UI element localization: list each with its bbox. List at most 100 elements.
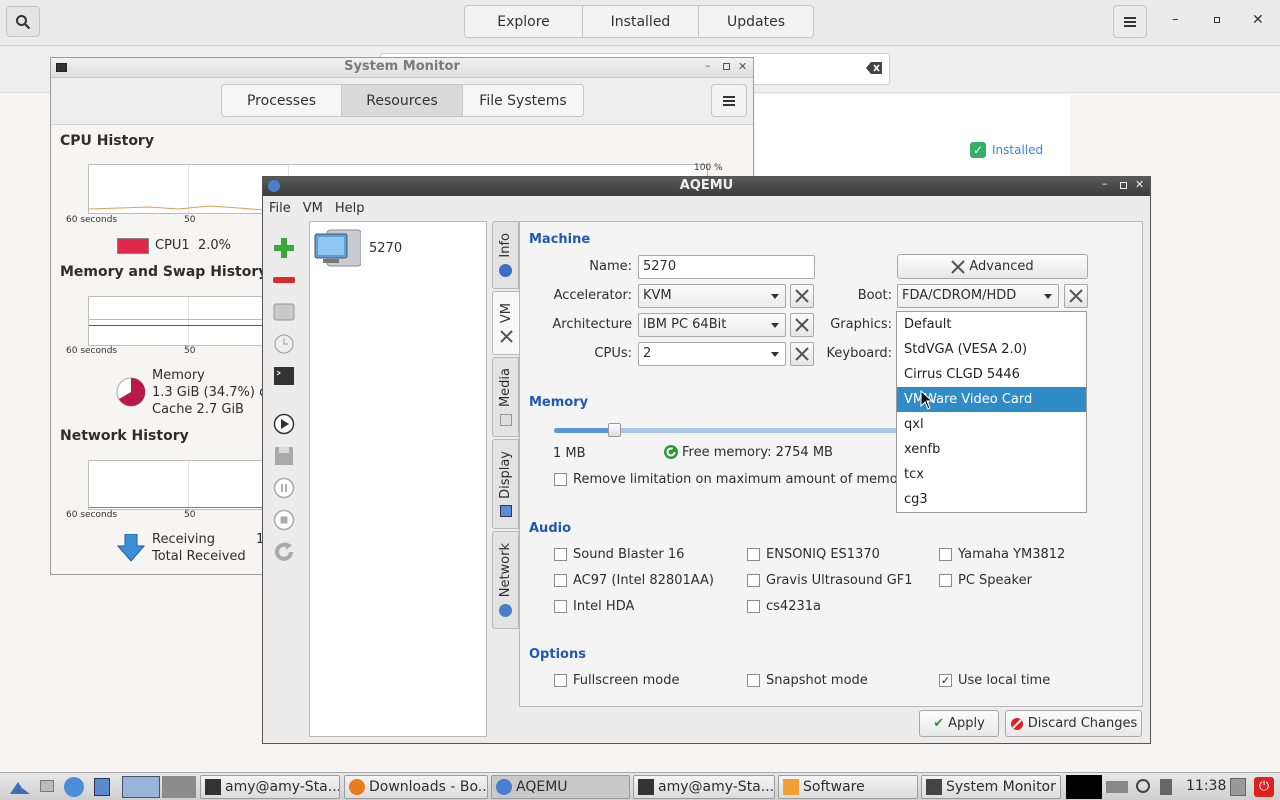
sysmon-minimize-button[interactable]: – bbox=[705, 59, 711, 72]
local-time-checkbox[interactable]: ✓ Use local time bbox=[939, 673, 1050, 688]
architecture-select[interactable]: IBM PC 64Bit bbox=[638, 313, 786, 337]
checkmark-icon: ✓ bbox=[939, 674, 952, 687]
name-input[interactable]: 5270 bbox=[638, 255, 815, 279]
aqemu-minimize-button[interactable]: – bbox=[1102, 177, 1108, 190]
add-vm-icon[interactable] bbox=[272, 236, 296, 260]
stop-icon[interactable] bbox=[272, 508, 296, 532]
menu-file[interactable]: File bbox=[263, 201, 297, 216]
advanced-button[interactable]: Advanced bbox=[897, 254, 1088, 279]
play-icon[interactable] bbox=[272, 412, 296, 436]
graphics-option-cg3[interactable]: cg3 bbox=[897, 487, 1086, 512]
cpus-input[interactable]: 2 bbox=[638, 342, 786, 366]
graphics-option-qxl[interactable]: qxl bbox=[897, 412, 1086, 437]
tab-file-systems[interactable]: File Systems bbox=[463, 85, 583, 116]
graphics-option-xenfb[interactable]: xenfb bbox=[897, 437, 1086, 462]
graphics-option-tcx[interactable]: tcx bbox=[897, 462, 1086, 487]
software-menu-button[interactable] bbox=[1113, 5, 1147, 38]
show-desktop-icon[interactable] bbox=[40, 780, 54, 792]
refresh-icon[interactable] bbox=[663, 444, 679, 460]
workspace-2[interactable] bbox=[162, 776, 196, 798]
software-view-switcher: Explore Installed Updates bbox=[464, 5, 814, 38]
tab-vm[interactable]: VM bbox=[492, 291, 519, 355]
boot-settings-button[interactable] bbox=[1064, 284, 1088, 308]
task-system-monitor[interactable]: System Monitor bbox=[921, 775, 1061, 799]
tools-icon bbox=[1069, 289, 1083, 303]
sysmon-maximize-button[interactable] bbox=[723, 63, 730, 70]
boot-select[interactable]: FDA/CDROM/HDD bbox=[897, 284, 1059, 308]
files-launcher-icon[interactable] bbox=[94, 778, 110, 796]
audio-cs4231a-checkbox[interactable]: cs4231a bbox=[747, 599, 821, 614]
hdd-icon[interactable] bbox=[272, 300, 296, 324]
browser-launcher-icon[interactable] bbox=[64, 777, 84, 797]
battery-icon[interactable] bbox=[1230, 778, 1246, 796]
audio-ym3812-checkbox[interactable]: Yamaha YM3812 bbox=[939, 547, 1065, 562]
search-icon[interactable] bbox=[1136, 779, 1150, 793]
aqemu-vm-toolbar bbox=[269, 224, 301, 724]
check-icon: ✔ bbox=[933, 716, 945, 731]
fullscreen-checkbox[interactable]: Fullscreen mode bbox=[554, 673, 679, 688]
software-minimize-button[interactable]: – bbox=[1172, 12, 1179, 27]
graphics-option-cirrus[interactable]: Cirrus CLGD 5446 bbox=[897, 362, 1086, 387]
sysmon-close-button[interactable]: ✕ bbox=[738, 60, 747, 73]
task-terminal-2[interactable]: amy@amy-Sta... bbox=[633, 775, 775, 799]
software-close-button[interactable]: ✕ bbox=[1252, 12, 1264, 28]
sysmon-titlebar[interactable]: System Monitor – ✕ bbox=[51, 58, 753, 78]
task-downloads[interactable]: Downloads - Bo... bbox=[344, 775, 488, 799]
vm-list-item[interactable]: 5270 bbox=[313, 226, 483, 270]
reset-icon[interactable] bbox=[272, 540, 296, 564]
terminal-icon[interactable] bbox=[272, 364, 296, 388]
memory-slider-handle[interactable] bbox=[608, 423, 621, 437]
boot-label: Boot: bbox=[857, 288, 892, 303]
task-software[interactable]: Software bbox=[778, 775, 918, 799]
aqemu-maximize-button[interactable] bbox=[1120, 182, 1127, 189]
apply-button[interactable]: ✔ Apply bbox=[919, 710, 999, 737]
accelerator-settings-button[interactable] bbox=[790, 284, 814, 308]
tab-updates[interactable]: Updates bbox=[699, 6, 813, 37]
power-icon[interactable]: ⏻ bbox=[1254, 777, 1274, 797]
tab-network[interactable]: Network bbox=[492, 531, 519, 629]
discard-changes-button[interactable]: Discard Changes bbox=[1005, 710, 1142, 737]
clear-icon[interactable] bbox=[866, 62, 882, 74]
remove-memory-limit-checkbox[interactable]: Remove limitation on maximum amount of m… bbox=[554, 472, 898, 487]
audio-hda-checkbox[interactable]: Intel HDA bbox=[554, 599, 634, 614]
audio-pcspk-checkbox[interactable]: PC Speaker bbox=[939, 573, 1032, 588]
aqemu-icon bbox=[496, 779, 512, 795]
tab-installed[interactable]: Installed bbox=[583, 6, 699, 37]
accelerator-select[interactable]: KVM bbox=[638, 284, 786, 308]
volume-icon[interactable] bbox=[1160, 779, 1172, 795]
delete-vm-icon[interactable] bbox=[272, 268, 296, 292]
tab-info[interactable]: Info bbox=[492, 221, 519, 289]
audio-gus-checkbox[interactable]: Gravis Ultrasound GF1 bbox=[747, 573, 913, 588]
tab-resources[interactable]: Resources bbox=[342, 85, 463, 116]
sysmon-menu-button[interactable] bbox=[711, 84, 747, 117]
graphics-option-default[interactable]: Default bbox=[897, 312, 1086, 337]
sysmon-toolbar: Processes Resources File Systems bbox=[51, 78, 753, 125]
audio-ac97-checkbox[interactable]: AC97 (Intel 82801AA) bbox=[554, 573, 714, 588]
task-terminal-1[interactable]: amy@amy-Sta... bbox=[200, 775, 340, 799]
cpu1-color-swatch[interactable] bbox=[117, 238, 149, 254]
snapshot-checkbox[interactable]: Snapshot mode bbox=[747, 673, 868, 688]
task-aqemu[interactable]: AQEMU bbox=[491, 775, 630, 799]
graphics-option-stdvga[interactable]: StdVGA (VESA 2.0) bbox=[897, 337, 1086, 362]
software-maximize-button[interactable] bbox=[1214, 17, 1220, 23]
audio-sb16-checkbox[interactable]: Sound Blaster 16 bbox=[554, 547, 684, 562]
pause-icon[interactable] bbox=[272, 476, 296, 500]
save-icon[interactable] bbox=[272, 444, 296, 468]
clock-icon[interactable] bbox=[272, 332, 296, 356]
tab-explore[interactable]: Explore bbox=[465, 6, 583, 37]
menu-vm[interactable]: VM bbox=[297, 201, 329, 216]
network-applet[interactable] bbox=[1106, 781, 1128, 793]
tab-processes[interactable]: Processes bbox=[222, 85, 342, 116]
cpu-monitor-applet[interactable] bbox=[1066, 775, 1102, 799]
workspace-switcher[interactable] bbox=[122, 776, 160, 798]
start-menu-icon[interactable] bbox=[8, 778, 32, 796]
menu-help[interactable]: Help bbox=[329, 201, 371, 216]
aqemu-titlebar[interactable]: AQEMU – ✕ bbox=[263, 177, 1150, 196]
aqemu-close-button[interactable]: ✕ bbox=[1135, 178, 1144, 191]
tab-media[interactable]: Media bbox=[492, 357, 519, 437]
clock[interactable]: 11:38 bbox=[1186, 778, 1226, 794]
memory-pie-icon[interactable] bbox=[115, 376, 147, 408]
tab-display[interactable]: Display bbox=[492, 439, 519, 529]
software-search-button[interactable] bbox=[6, 6, 40, 37]
audio-es1370-checkbox[interactable]: ENSONIQ ES1370 bbox=[747, 547, 880, 562]
